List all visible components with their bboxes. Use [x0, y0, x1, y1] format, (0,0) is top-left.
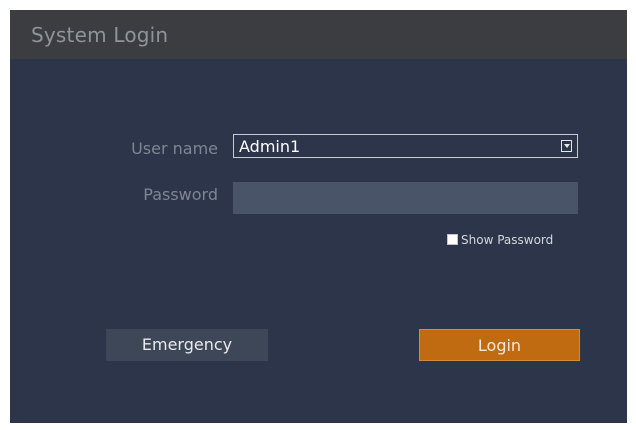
password-field[interactable] [233, 182, 578, 214]
title-bar: System Login [10, 10, 627, 59]
password-label: Password [143, 185, 218, 204]
chevron-down-icon[interactable] [561, 140, 572, 152]
emergency-button[interactable]: Emergency [106, 329, 268, 361]
window-title: System Login [31, 23, 169, 47]
login-dialog: System Login User name Admin1 Password S… [10, 10, 627, 423]
username-selected-value: Admin1 [239, 137, 301, 156]
username-label: User name [131, 139, 218, 158]
login-button[interactable]: Login [419, 329, 580, 361]
show-password-label[interactable]: Show Password [461, 233, 553, 247]
username-select[interactable]: Admin1 [233, 134, 578, 158]
checkbox-icon[interactable] [447, 234, 458, 245]
